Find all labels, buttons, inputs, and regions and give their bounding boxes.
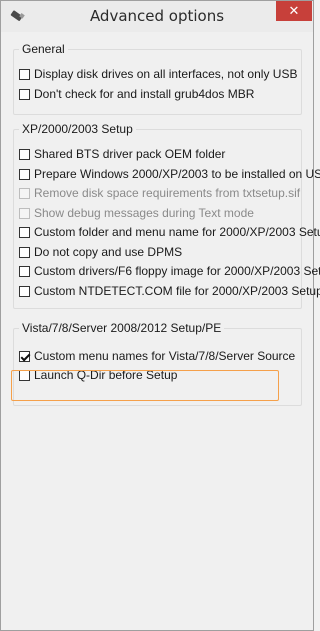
option-custom-menu-names-vista[interactable]: Custom menu names for Vista/7/8/Server S… bbox=[19, 346, 295, 366]
close-button[interactable]: ✕ bbox=[276, 1, 312, 21]
checkbox[interactable] bbox=[19, 226, 30, 238]
option-label: Do not copy and use DPMS bbox=[34, 245, 183, 259]
option-custom-ntdetect[interactable]: Custom NTDETECT.COM file for 2000/XP/200… bbox=[19, 281, 320, 301]
checkbox[interactable] bbox=[19, 350, 30, 362]
option-label: Display disk drives on all interfaces, n… bbox=[34, 67, 298, 81]
focus-highlight bbox=[11, 370, 279, 401]
options-panel: General Display disk drives on all inter… bbox=[8, 32, 320, 623]
group-xp-setup: XP/2000/2003 Setup Shared BTS driver pac… bbox=[13, 122, 320, 309]
option-shared-bts[interactable]: Shared BTS driver pack OEM folder bbox=[19, 144, 225, 164]
option-remove-disk-space: Remove disk space requirements from txts… bbox=[19, 183, 300, 203]
option-dont-check-grub4dos[interactable]: Don't check for and install grub4dos MBR bbox=[19, 84, 254, 104]
advanced-options-window: Advanced options ✕ General Display disk … bbox=[0, 0, 320, 631]
option-label: Don't check for and install grub4dos MBR bbox=[34, 87, 255, 101]
group-general: General Display disk drives on all inter… bbox=[13, 42, 302, 115]
option-show-debug-messages: Show debug messages during Text mode bbox=[19, 203, 254, 223]
checkbox[interactable] bbox=[19, 246, 30, 258]
checkbox[interactable] bbox=[19, 148, 30, 160]
option-label: Custom drivers/F6 floppy image for 2000/… bbox=[34, 264, 320, 278]
option-label: Custom NTDETECT.COM file for 2000/XP/200… bbox=[34, 284, 320, 298]
option-prepare-windows-usb[interactable]: Prepare Windows 2000/XP/2003 to be insta… bbox=[19, 164, 320, 184]
checkbox[interactable] bbox=[19, 265, 30, 277]
option-label: Remove disk space requirements from txts… bbox=[34, 186, 301, 200]
checkbox bbox=[19, 207, 30, 219]
option-display-disk-drives[interactable]: Display disk drives on all interfaces, n… bbox=[19, 64, 297, 84]
group-legend-vista-setup: Vista/7/8/Server 2008/2012 Setup/PE bbox=[19, 321, 225, 335]
option-label: Custom menu names for Vista/7/8/Server S… bbox=[34, 349, 296, 363]
option-custom-drivers-f6[interactable]: Custom drivers/F6 floppy image for 2000/… bbox=[19, 261, 320, 281]
checkbox bbox=[19, 187, 30, 199]
checkbox[interactable] bbox=[19, 88, 30, 100]
option-no-dpms[interactable]: Do not copy and use DPMS bbox=[19, 242, 182, 262]
checkbox[interactable] bbox=[19, 168, 30, 180]
option-label: Show debug messages during Text mode bbox=[34, 206, 254, 220]
group-legend-xp-setup: XP/2000/2003 Setup bbox=[19, 122, 136, 136]
option-label: Prepare Windows 2000/XP/2003 to be insta… bbox=[34, 167, 320, 181]
title-bar[interactable]: Advanced options ✕ bbox=[1, 1, 313, 32]
checkbox[interactable] bbox=[19, 68, 30, 80]
group-legend-general: General bbox=[19, 42, 68, 56]
option-custom-folder-menu[interactable]: Custom folder and menu name for 2000/XP/… bbox=[19, 222, 320, 242]
option-label: Shared BTS driver pack OEM folder bbox=[34, 147, 226, 161]
window-title: Advanced options bbox=[89, 7, 225, 25]
option-label: Custom folder and menu name for 2000/XP/… bbox=[34, 225, 320, 239]
checkbox[interactable] bbox=[19, 285, 30, 297]
